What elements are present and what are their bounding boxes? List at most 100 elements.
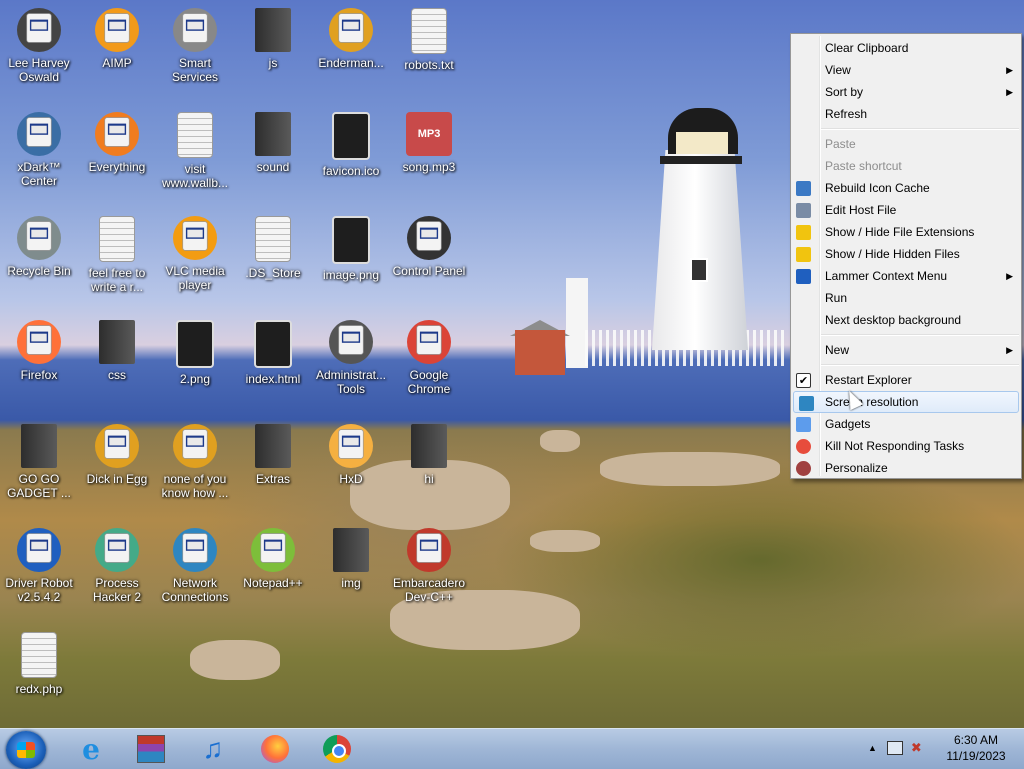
desktop-icon[interactable]: Recycle Bin xyxy=(0,216,78,278)
desktop-icon[interactable]: Notepad++ xyxy=(234,528,312,590)
menu-item-gadgets[interactable]: Gadgets xyxy=(791,413,1021,435)
desktop-icon[interactable]: Everything xyxy=(78,112,156,174)
desktop-icon[interactable]: Dick in Egg xyxy=(78,424,156,486)
desktop-icon[interactable]: GO GO GADGET ... xyxy=(0,424,78,500)
desktop-icon[interactable]: Embarcadero Dev-C++ xyxy=(390,528,468,604)
menu-item-sort-by[interactable]: Sort by ▶ xyxy=(791,81,1021,103)
app-badge-icon xyxy=(26,221,52,251)
show-hidden-icons-chevron-icon[interactable]: ▲ xyxy=(868,743,877,753)
desktop-icon[interactable]: Driver Robot v2.5.4.2 xyxy=(0,528,78,604)
menu-item-lammer-context-menu[interactable]: Lammer Context Menu ▶ xyxy=(791,265,1021,287)
desktop-icon[interactable]: Administrat... Tools xyxy=(312,320,390,396)
folder-icon xyxy=(411,424,447,468)
submenu-arrow-icon: ▶ xyxy=(1006,271,1013,281)
menu-item-new[interactable]: New ▶ xyxy=(791,339,1021,361)
desktop-icon-label: sound xyxy=(256,160,290,174)
desktop-icon[interactable]: Process Hacker 2 xyxy=(78,528,156,604)
menu-item-label: New xyxy=(825,343,850,357)
menu-item-clear-clipboard[interactable]: Clear Clipboard xyxy=(791,37,1021,59)
menu-item-restart-explorer[interactable]: ✔ Restart Explorer xyxy=(791,369,1021,391)
taskbar-chrome[interactable] xyxy=(312,731,362,767)
desktop-icon[interactable]: js xyxy=(234,8,312,70)
desktop-icon[interactable]: Lee Harvey Oswald xyxy=(0,8,78,84)
desktop-icon[interactable]: Google Chrome xyxy=(390,320,468,396)
desktop-icon-label: 2.png xyxy=(179,372,211,386)
menu-item-label: Lammer Context Menu xyxy=(825,269,948,283)
desktop-icon-label: GO GO GADGET ... xyxy=(7,472,71,500)
desktop-icon[interactable]: VLC media player xyxy=(156,216,234,292)
taskbar-archive[interactable] xyxy=(126,731,176,767)
desktop-icon-label: none of you know how ... xyxy=(161,472,229,500)
image-file-icon xyxy=(332,112,370,160)
menu-separator xyxy=(821,128,1019,130)
menu-item-edit-host-file[interactable]: Edit Host File xyxy=(791,199,1021,221)
desktop-icon[interactable]: visit www.wallb... xyxy=(156,112,234,190)
menu-item-label: Run xyxy=(825,291,848,305)
desktop-icon[interactable]: Control Panel xyxy=(390,216,468,278)
wallpaper-rock xyxy=(540,430,580,452)
desktop-icon[interactable]: Smart Services xyxy=(156,8,234,84)
network-tray-icon[interactable] xyxy=(886,741,903,755)
menu-item-next-desktop-background[interactable]: Next desktop background xyxy=(791,309,1021,331)
vlc-icon xyxy=(173,216,217,260)
menu-item-paste: Paste xyxy=(791,133,1021,155)
desktop-icon[interactable]: none of you know how ... xyxy=(156,424,234,500)
folder-icon xyxy=(255,424,291,468)
desktop-icon[interactable]: redx.php xyxy=(0,632,78,696)
menu-item-label: View xyxy=(825,63,851,77)
php-file-icon xyxy=(21,632,57,678)
desktop-icon[interactable]: .DS_Store xyxy=(234,216,312,280)
desktop-icon[interactable]: image.png xyxy=(312,216,390,282)
document-icon xyxy=(177,112,213,158)
desktop-icon[interactable]: sound xyxy=(234,112,312,174)
shield-icon xyxy=(796,247,811,262)
desktop-icon-label: xDark™ Center xyxy=(17,160,61,188)
menu-item-view[interactable]: View ▶ xyxy=(791,59,1021,81)
desktop-icon[interactable]: index.html xyxy=(234,320,312,386)
desktop-icon[interactable]: Enderman... xyxy=(312,8,390,70)
app-badge-icon xyxy=(26,325,52,355)
taskbar-music[interactable]: ♫ xyxy=(188,731,238,767)
text-file-icon xyxy=(411,8,447,54)
menu-item-label: Paste xyxy=(825,137,856,151)
volume-muted-icon[interactable]: ✖ xyxy=(911,740,922,756)
desktop-icon[interactable]: Firefox xyxy=(0,320,78,382)
menu-item-screen-resolution[interactable]: Screen resolution xyxy=(793,391,1019,413)
desktop-icon[interactable]: robots.txt xyxy=(390,8,468,72)
app-icon xyxy=(95,424,139,468)
mp3-icon: MP3 xyxy=(406,112,452,156)
desktop-icon[interactable]: 2.png xyxy=(156,320,234,386)
menu-item-run[interactable]: Run xyxy=(791,287,1021,309)
menu-item-label: Gadgets xyxy=(825,417,871,431)
app-icon xyxy=(173,424,217,468)
menu-item-kill-not-responding-tasks[interactable]: Kill Not Responding Tasks xyxy=(791,435,1021,457)
checkbox-icon: ✔ xyxy=(796,373,811,388)
desktop-icon[interactable]: Extras xyxy=(234,424,312,486)
menu-item-show-hide-hidden-files[interactable]: Show / Hide Hidden Files xyxy=(791,243,1021,265)
gears-icon xyxy=(173,8,217,52)
menu-item-show-hide-file-extensions[interactable]: Show / Hide File Extensions xyxy=(791,221,1021,243)
desktop-icon[interactable]: AIMP xyxy=(78,8,156,70)
desktop-icon[interactable]: favicon.ico xyxy=(312,112,390,178)
taskbar-internet-explorer[interactable]: e xyxy=(66,731,116,767)
menu-item-refresh[interactable]: Refresh xyxy=(791,103,1021,125)
desktop-icon[interactable]: img xyxy=(312,528,390,590)
desktop-icon[interactable]: feel free to write a r... xyxy=(78,216,156,294)
wallpaper-lighthouse xyxy=(652,150,748,350)
menu-item-rebuild-icon-cache[interactable]: Rebuild Icon Cache xyxy=(791,177,1021,199)
folder-icon xyxy=(21,424,57,468)
wallpaper-lighthouse-window xyxy=(690,258,708,282)
menu-item-personalize[interactable]: Personalize xyxy=(791,457,1021,479)
app-badge-icon xyxy=(338,429,364,459)
desktop-icon-label: Notepad++ xyxy=(243,576,303,590)
taskbar-firefox[interactable] xyxy=(250,731,300,767)
admin-tools-icon xyxy=(329,320,373,364)
desktop-icon[interactable]: xDark™ Center xyxy=(0,112,78,188)
desktop-icon[interactable]: hi xyxy=(390,424,468,486)
desktop-icon[interactable]: HxD xyxy=(312,424,390,486)
desktop-icon[interactable]: css xyxy=(78,320,156,382)
desktop-icon[interactable]: MP3 song.mp3 xyxy=(390,112,468,174)
taskbar-clock[interactable]: 6:30 AM 11/19/2023 xyxy=(936,732,1016,764)
desktop-icon[interactable]: Network Connections xyxy=(156,528,234,604)
music-icon: ♫ xyxy=(202,733,224,764)
